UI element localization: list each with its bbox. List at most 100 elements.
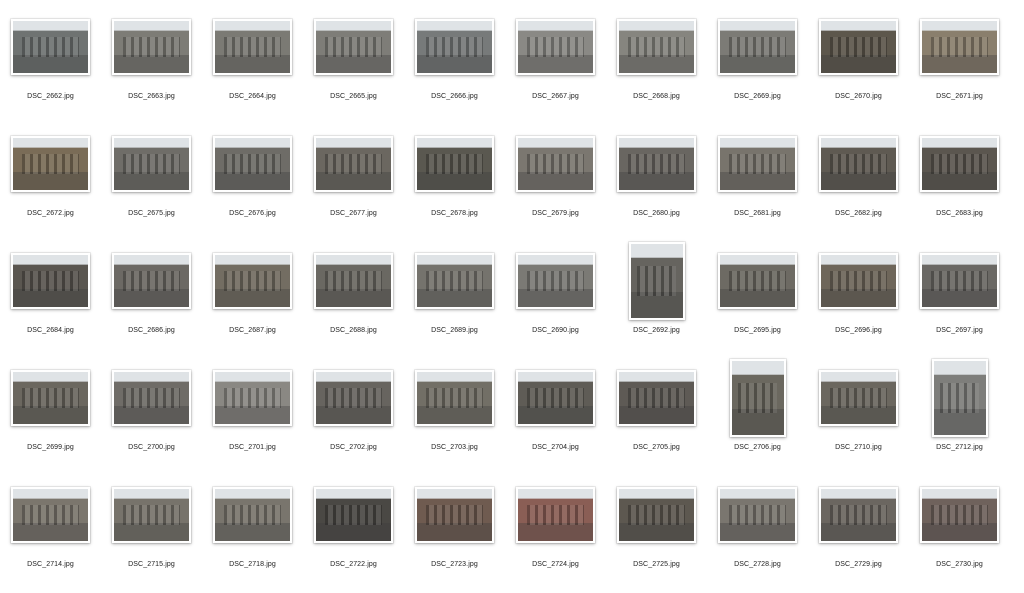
file-item[interactable]: DSC_2662.jpg [0,8,101,125]
file-item[interactable]: DSC_2701.jpg [202,359,303,476]
file-item[interactable]: DSC_2703.jpg [404,359,505,476]
file-item[interactable]: DSC_2669.jpg [707,8,808,125]
file-item[interactable]: DSC_2718.jpg [202,476,303,593]
file-item[interactable]: DSC_2670.jpg [808,8,909,125]
photo-thumbnail[interactable] [819,487,898,543]
photo-thumbnail[interactable] [112,136,191,192]
photo-thumbnail[interactable] [729,359,786,437]
photo-thumbnail[interactable] [819,136,898,192]
photo-thumbnail[interactable] [920,253,999,309]
photo-thumbnail[interactable] [112,19,191,75]
photo-thumbnail[interactable] [11,487,90,543]
photo-thumbnail[interactable] [920,487,999,543]
photo-thumbnail[interactable] [314,19,393,75]
file-item[interactable]: DSC_2722.jpg [303,476,404,593]
file-item[interactable]: DSC_2714.jpg [0,476,101,593]
file-item[interactable]: DSC_2702.jpg [303,359,404,476]
photo-thumbnail[interactable] [415,19,494,75]
file-item[interactable]: DSC_2684.jpg [0,242,101,359]
file-item[interactable]: DSC_2663.jpg [101,8,202,125]
file-item[interactable]: DSC_2681.jpg [707,125,808,242]
photo-thumbnail[interactable] [314,136,393,192]
photo-thumbnail[interactable] [718,19,797,75]
file-item[interactable]: DSC_2668.jpg [606,8,707,125]
file-item[interactable]: DSC_2730.jpg [909,476,1010,593]
photo-thumbnail[interactable] [112,487,191,543]
file-item[interactable]: DSC_2706.jpg [707,359,808,476]
photo-thumbnail[interactable] [11,370,90,426]
file-item[interactable]: DSC_2680.jpg [606,125,707,242]
photo-thumbnail[interactable] [415,136,494,192]
photo-thumbnail[interactable] [931,359,988,437]
file-item[interactable]: DSC_2688.jpg [303,242,404,359]
file-item[interactable]: DSC_2705.jpg [606,359,707,476]
photo-thumbnail[interactable] [415,487,494,543]
file-item[interactable]: DSC_2710.jpg [808,359,909,476]
photo-thumbnail[interactable] [314,370,393,426]
file-item[interactable]: DSC_2678.jpg [404,125,505,242]
file-item[interactable]: DSC_2667.jpg [505,8,606,125]
file-item[interactable]: DSC_2676.jpg [202,125,303,242]
file-item[interactable]: DSC_2664.jpg [202,8,303,125]
file-item[interactable]: DSC_2677.jpg [303,125,404,242]
photo-thumbnail[interactable] [314,253,393,309]
file-item[interactable]: DSC_2665.jpg [303,8,404,125]
file-item[interactable]: DSC_2700.jpg [101,359,202,476]
photo-thumbnail[interactable] [415,253,494,309]
photo-thumbnail[interactable] [617,19,696,75]
photo-thumbnail[interactable] [516,253,595,309]
file-item[interactable]: DSC_2666.jpg [404,8,505,125]
photo-thumbnail[interactable] [213,136,292,192]
photo-thumbnail[interactable] [516,136,595,192]
file-item[interactable]: DSC_2697.jpg [909,242,1010,359]
file-item[interactable]: DSC_2696.jpg [808,242,909,359]
photo-thumbnail[interactable] [718,487,797,543]
file-item[interactable]: DSC_2689.jpg [404,242,505,359]
file-item[interactable]: DSC_2723.jpg [404,476,505,593]
file-item[interactable]: DSC_2724.jpg [505,476,606,593]
file-item[interactable]: DSC_2729.jpg [808,476,909,593]
photo-thumbnail[interactable] [314,487,393,543]
photo-thumbnail[interactable] [819,370,898,426]
photo-thumbnail[interactable] [718,253,797,309]
file-item[interactable]: DSC_2699.jpg [0,359,101,476]
file-item[interactable]: DSC_2687.jpg [202,242,303,359]
file-item[interactable]: DSC_2715.jpg [101,476,202,593]
file-item[interactable]: DSC_2682.jpg [808,125,909,242]
photo-thumbnail[interactable] [920,19,999,75]
file-item[interactable]: DSC_2675.jpg [101,125,202,242]
photo-thumbnail[interactable] [628,242,685,320]
photo-thumbnail[interactable] [617,136,696,192]
photo-thumbnail[interactable] [213,370,292,426]
file-item[interactable]: DSC_2679.jpg [505,125,606,242]
file-item[interactable]: DSC_2704.jpg [505,359,606,476]
photo-thumbnail[interactable] [415,370,494,426]
file-item[interactable]: DSC_2671.jpg [909,8,1010,125]
photo-thumbnail[interactable] [819,19,898,75]
photo-thumbnail[interactable] [516,19,595,75]
photo-thumbnail[interactable] [617,487,696,543]
file-item[interactable]: DSC_2690.jpg [505,242,606,359]
photo-thumbnail[interactable] [516,487,595,543]
file-item[interactable]: DSC_2692.jpg [606,242,707,359]
photo-thumbnail[interactable] [516,370,595,426]
file-item[interactable]: DSC_2725.jpg [606,476,707,593]
photo-thumbnail[interactable] [11,19,90,75]
file-item[interactable]: DSC_2728.jpg [707,476,808,593]
photo-thumbnail[interactable] [213,253,292,309]
photo-thumbnail[interactable] [112,370,191,426]
file-item[interactable]: DSC_2695.jpg [707,242,808,359]
photo-thumbnail[interactable] [11,253,90,309]
photo-thumbnail[interactable] [920,136,999,192]
photo-thumbnail[interactable] [213,487,292,543]
file-item[interactable]: DSC_2686.jpg [101,242,202,359]
photo-thumbnail[interactable] [819,253,898,309]
file-item[interactable]: DSC_2672.jpg [0,125,101,242]
photo-thumbnail[interactable] [11,136,90,192]
photo-thumbnail[interactable] [213,19,292,75]
photo-thumbnail[interactable] [718,136,797,192]
file-item[interactable]: DSC_2712.jpg [909,359,1010,476]
file-item[interactable]: DSC_2683.jpg [909,125,1010,242]
photo-thumbnail[interactable] [617,370,696,426]
photo-thumbnail[interactable] [112,253,191,309]
